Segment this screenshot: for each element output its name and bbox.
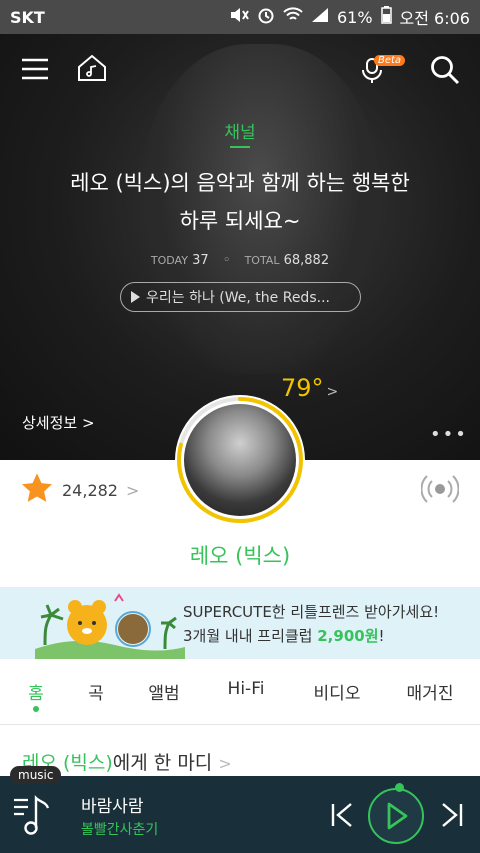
today-label: TODAY	[150, 254, 188, 267]
little-friends-illustration	[35, 593, 185, 659]
chevron-right-icon: >	[218, 754, 232, 773]
channel-headline: 레오 (빅스)의 음악과 함께 하는 행복한 하루 되세요~	[30, 164, 450, 240]
stats-separator: ◦	[222, 253, 231, 268]
comment-suffix: 에게 한 마디	[112, 752, 213, 774]
banner-price: 2,900원	[317, 627, 379, 645]
tab-magazine[interactable]: 매거진	[407, 679, 454, 704]
total-label: TOTAL	[244, 254, 280, 267]
top-bar: Beta	[0, 34, 480, 104]
status-bar: SKT 61% 오전 6:06	[0, 0, 480, 34]
tab-home[interactable]: 홈	[28, 679, 44, 704]
chevron-right-icon: >	[125, 480, 140, 500]
tab-hifi[interactable]: Hi-Fi	[228, 679, 265, 699]
next-track-icon[interactable]	[440, 802, 464, 828]
visit-stats: TODAY 37 ◦ TOTAL 68,882	[0, 253, 480, 268]
today-count: 37	[192, 253, 209, 268]
previous-track-icon[interactable]	[330, 802, 354, 828]
mute-icon	[229, 7, 249, 27]
battery-icon	[380, 6, 392, 28]
chevron-right-icon: >	[326, 384, 339, 400]
fan-count-value: 24,282	[62, 480, 118, 500]
tab-songs[interactable]: 곡	[88, 679, 104, 704]
star-icon	[20, 472, 54, 508]
mini-player[interactable]: 바람사람 볼빨간사춘기	[0, 776, 480, 853]
home-music-icon[interactable]	[74, 51, 110, 85]
battery-label: 61%	[336, 7, 373, 27]
more-options-icon[interactable]: •••	[430, 424, 468, 445]
now-playing-button[interactable]: 우리는 하나 (We, the Reds...	[120, 282, 361, 312]
banner-line-2: 3개월 내내 프리클럽 2,900원!	[183, 625, 385, 646]
fan-count[interactable]: 24,282 >	[20, 472, 139, 508]
wifi-icon	[283, 7, 303, 27]
carrier-label: SKT	[10, 7, 45, 27]
radio-broadcast-icon[interactable]	[420, 472, 460, 510]
playlist-icon[interactable]	[12, 794, 54, 836]
beta-badge: Beta	[374, 55, 406, 66]
banner-line-1: SUPERCUTE한 리틀프렌즈 받아가세요!	[183, 603, 440, 621]
detail-info-link[interactable]: 상세정보 >	[22, 412, 95, 433]
active-tab-indicator	[33, 706, 39, 712]
menu-icon[interactable]	[18, 54, 52, 84]
total-count: 68,882	[283, 253, 330, 268]
artist-name: 레오 (빅스)	[189, 544, 291, 568]
search-icon[interactable]	[428, 53, 462, 87]
signal-icon	[311, 7, 329, 27]
voice-search-beta-icon[interactable]: Beta	[360, 50, 408, 88]
channel-label: 채널	[224, 123, 256, 143]
channel-underline	[230, 146, 250, 148]
tab-video[interactable]: 비디오	[314, 679, 361, 704]
music-tag: music	[10, 766, 62, 784]
now-playing-title: 우리는 하나 (We, the Reds...	[146, 290, 330, 306]
player-song-artist: 볼빨간사춘기	[81, 822, 159, 838]
banner-line-2-prefix: 3개월 내내 프리클럽	[183, 627, 318, 645]
artist-avatar-photo	[184, 404, 296, 516]
play-button[interactable]	[368, 783, 424, 844]
play-icon	[387, 802, 408, 830]
headline-line-2: 하루 되세요~	[179, 209, 301, 233]
player-song-title: 바람사람	[81, 797, 144, 817]
play-icon	[131, 291, 140, 303]
tab-albums[interactable]: 앨범	[148, 679, 179, 704]
banner-line-2-suffix: !	[378, 627, 385, 645]
artist-avatar[interactable]	[175, 395, 305, 525]
alarm-icon	[257, 6, 275, 28]
promo-banner[interactable]: SUPERCUTE한 리틀프렌즈 받아가세요! 3개월 내내 프리클럽 2,90…	[0, 587, 480, 659]
time-label: 오전 6:06	[399, 9, 470, 28]
status-icons: 61% 오전 6:06	[229, 5, 470, 29]
headline-line-1: 레오 (빅스)의 음악과 함께 하는 행복한	[70, 171, 410, 195]
channel-tabs: 홈 곡 앨범 Hi-Fi 비디오 매거진	[0, 659, 480, 725]
